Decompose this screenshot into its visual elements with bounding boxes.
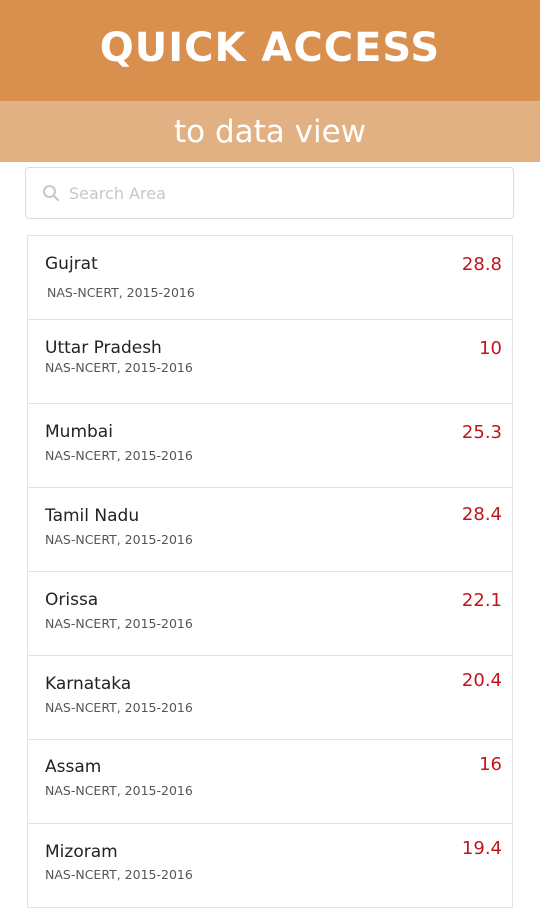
page-title: QUICK ACCESS: [99, 24, 441, 71]
search-box[interactable]: [25, 167, 514, 219]
subheader-bar: to data view: [0, 101, 540, 162]
area-name: Mumbai: [45, 422, 113, 442]
area-list: Gujrat NAS-NCERT, 2015-2016 28.8 Uttar P…: [27, 235, 513, 908]
area-value: 22.1: [461, 590, 502, 611]
area-value: 19.4: [461, 838, 502, 859]
area-source: NAS-NCERT, 2015-2016: [45, 532, 193, 547]
area-source: NAS-NCERT, 2015-2016: [45, 700, 193, 715]
area-name: Karnataka: [45, 674, 132, 694]
area-source: NAS-NCERT, 2015-2016: [45, 448, 193, 463]
area-value: 28.8: [461, 254, 502, 275]
area-name: Assam: [45, 757, 102, 777]
area-source: NAS-NCERT, 2015-2016: [45, 616, 193, 631]
area-source: NAS-NCERT, 2015-2016: [45, 867, 193, 882]
header-bar: QUICK ACCESS: [0, 0, 540, 101]
list-item[interactable]: Mumbai NAS-NCERT, 2015-2016 25.3: [28, 404, 512, 488]
area-name: Orissa: [45, 590, 99, 610]
area-source: NAS-NCERT, 2015-2016: [47, 285, 195, 300]
area-value: 25.3: [461, 422, 502, 443]
search-input[interactable]: [69, 183, 469, 203]
area-name: Mizoram: [45, 842, 118, 862]
search-icon: [41, 183, 61, 203]
area-value: 10: [479, 338, 502, 359]
area-value: 16: [479, 754, 502, 775]
area-name: Tamil Nadu: [45, 506, 140, 526]
list-item[interactable]: Gujrat NAS-NCERT, 2015-2016 28.8: [28, 236, 512, 320]
list-item[interactable]: Orissa NAS-NCERT, 2015-2016 22.1: [28, 572, 512, 656]
list-item[interactable]: Uttar Pradesh NAS-NCERT, 2015-2016 10: [28, 320, 512, 404]
area-source: NAS-NCERT, 2015-2016: [45, 783, 193, 798]
list-item[interactable]: Karnataka NAS-NCERT, 2015-2016 20.4: [28, 656, 512, 740]
area-source: NAS-NCERT, 2015-2016: [45, 360, 193, 375]
page-subtitle: to data view: [173, 113, 367, 150]
area-value: 20.4: [461, 670, 502, 691]
list-item[interactable]: Assam NAS-NCERT, 2015-2016 16: [28, 740, 512, 824]
area-value: 28.4: [461, 504, 502, 525]
list-item[interactable]: Tamil Nadu NAS-NCERT, 2015-2016 28.4: [28, 488, 512, 572]
area-name: Gujrat: [45, 254, 98, 274]
area-name: Uttar Pradesh: [45, 338, 162, 358]
list-item[interactable]: Mizoram NAS-NCERT, 2015-2016 19.4: [28, 824, 512, 908]
